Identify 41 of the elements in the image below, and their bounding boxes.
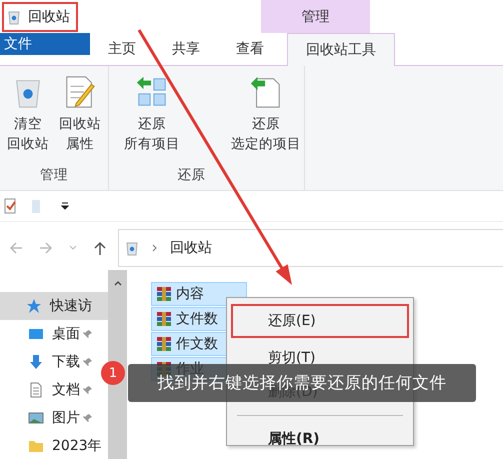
ribbon-group-label: 还原 — [176, 166, 206, 185]
monitor-icon — [28, 326, 44, 342]
pin-icon — [83, 413, 93, 423]
pin-icon — [83, 329, 93, 339]
scrollbar[interactable] — [108, 270, 127, 459]
ribbon-button[interactable]: 清空 回收站 — [6, 74, 50, 166]
recycle-bin-icon — [6, 9, 22, 25]
forward-arrow-icon[interactable] — [38, 240, 54, 256]
address-path: 回收站 — [170, 239, 212, 257]
file-item[interactable]: 内容 — [151, 282, 247, 306]
sidebar-item[interactable]: 2023年 — [0, 432, 104, 459]
dropdown-icon[interactable] — [61, 202, 69, 210]
sidebar-item[interactable]: 快速访 — [0, 292, 108, 320]
sidebar-item[interactable]: 文档 — [0, 376, 95, 404]
document-icon — [28, 382, 44, 398]
window-title: 回收站 — [28, 8, 70, 26]
menu-item[interactable]: 还原(E) — [231, 304, 409, 338]
address-bar[interactable]: 回收站 — [118, 229, 503, 267]
ribbon-button[interactable]: 还原 选定的项目 — [230, 74, 302, 166]
picture-icon — [28, 410, 44, 426]
pin-icon — [83, 385, 93, 395]
menu-item[interactable]: 属性(R) — [231, 422, 409, 456]
archive-icon — [156, 311, 172, 327]
up-arrow-icon[interactable] — [92, 240, 108, 256]
recycle-bin-icon — [124, 240, 140, 256]
sidebar-item[interactable]: 下载 — [0, 348, 95, 376]
step-number-badge: 1 — [101, 361, 125, 385]
sidebar-item[interactable]: 桌面 — [0, 320, 95, 348]
sidebar-item[interactable]: 图片 — [0, 404, 95, 432]
ribbon-button[interactable]: 还原 所有项目 — [123, 74, 181, 166]
ribbon-group-label: 管理 — [39, 166, 69, 185]
ribbon-tab[interactable]: 回收站工具 — [287, 33, 395, 66]
contextual-tab-group: 管理 — [261, 0, 370, 33]
archive-icon — [156, 336, 172, 352]
ribbon-tab[interactable]: 文件 — [0, 33, 90, 55]
star-icon — [26, 298, 42, 314]
back-arrow-icon[interactable] — [8, 240, 24, 256]
ribbon-button[interactable]: 回收站 属性 — [58, 74, 102, 166]
down-arrow-icon — [28, 354, 44, 370]
pin-icon — [83, 357, 93, 367]
archive-icon — [156, 286, 172, 302]
